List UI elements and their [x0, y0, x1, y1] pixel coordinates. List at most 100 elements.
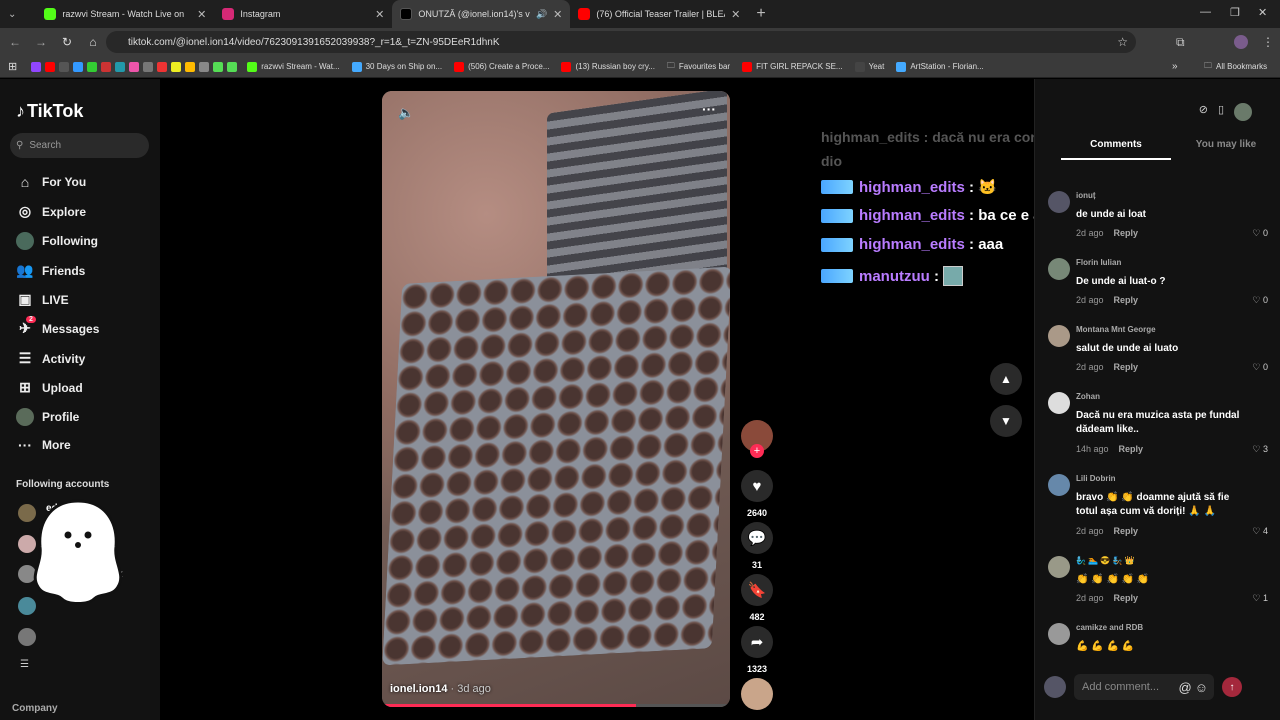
nav-profile[interactable]: Profile [16, 408, 79, 426]
tab-search-icon[interactable]: ⌄ [8, 9, 16, 20]
minimize-icon[interactable]: — [1200, 6, 1211, 18]
following-accounts-title: Following accounts [16, 479, 110, 490]
avatar[interactable] [1048, 556, 1070, 578]
share-count: 1323 [746, 664, 768, 674]
nav-more[interactable]: ··· More [16, 437, 71, 453]
reply-button[interactable]: Reply [1114, 228, 1139, 238]
reply-button[interactable]: Reply [1114, 593, 1139, 603]
chat-message: highman_edits : aaa [821, 236, 1003, 253]
avatar[interactable] [1048, 474, 1070, 496]
bookmark-item[interactable]: (13) Russian boy cry... [561, 61, 655, 72]
emoji-icon[interactable]: ☺ [1195, 680, 1208, 695]
browser-tab-youtube[interactable]: (76) Official Teaser Trailer | BLEA ✕ [570, 0, 748, 28]
all-bookmarks[interactable]: 🗀 All Bookmarks [1204, 60, 1267, 74]
search-input[interactable]: ⚲ Search [10, 133, 149, 158]
tiktok-logo[interactable]: ♪ TikTok [16, 101, 83, 122]
nav-following[interactable]: Following [16, 232, 98, 250]
nav-friends[interactable]: 👥 Friends [16, 262, 85, 279]
video-player[interactable]: 🔈 ··· ionel.ion14 · 3d ago [382, 91, 730, 707]
avatar[interactable] [1234, 103, 1252, 121]
close-icon[interactable]: ✕ [375, 8, 384, 21]
volume-icon[interactable]: 🔈 [398, 105, 414, 121]
window-close-icon[interactable]: ✕ [1258, 6, 1267, 19]
nav-messages[interactable]: ✈ 2 Messages [16, 316, 99, 337]
reply-button[interactable]: Reply [1114, 362, 1139, 372]
bookmark-folder[interactable]: 🗀 Favourites bar [667, 60, 730, 74]
bookmark-item[interactable]: ArtStation - Florian... [896, 61, 984, 72]
more-options-icon[interactable]: ··· [702, 101, 716, 117]
more-icon: ··· [18, 437, 32, 453]
reload-icon[interactable]: ↻ [56, 35, 78, 49]
close-icon[interactable]: ✕ [197, 8, 206, 21]
comment-like-button[interactable]: ♡ 4 [1252, 526, 1268, 537]
tiktok-note-icon: ♪ [16, 101, 25, 121]
nav-explore[interactable]: ◎ Explore [16, 203, 86, 220]
speaker-icon[interactable]: 🔊 [536, 9, 547, 20]
live-icon: ▣ [18, 291, 32, 307]
reply-button[interactable]: Reply [1114, 295, 1139, 305]
bookmark-item[interactable]: 30 Days on Ship on... [351, 61, 442, 72]
list-icon[interactable]: ☰ [20, 659, 29, 670]
profile-avatar[interactable] [1234, 35, 1248, 49]
heart-icon: ♥ [741, 470, 773, 502]
bookmarks-overflow-icon[interactable]: » [1172, 61, 1178, 72]
nav-live[interactable]: ▣ LIVE [16, 291, 68, 308]
home-icon[interactable]: ⌂ [82, 35, 104, 49]
bookmark-item[interactable]: (506) Create a Proce... [454, 61, 549, 72]
avatar[interactable] [18, 628, 36, 646]
profile-icon [16, 408, 34, 426]
bookmark-item[interactable]: FIT GIRL REPACK SE... [742, 61, 843, 72]
comment-like-button[interactable]: ♡ 0 [1252, 362, 1268, 373]
avatar[interactable] [1048, 191, 1070, 213]
save-button[interactable]: 🔖 482 [740, 574, 774, 622]
nav-upload[interactable]: ⊞ Upload [16, 379, 83, 396]
reply-button[interactable]: Reply [1114, 526, 1139, 536]
comment-input[interactable]: Add comment... @ ☺ [1074, 674, 1214, 700]
close-icon[interactable]: ✕ [553, 8, 562, 21]
comment-like-button[interactable]: ♡ 3 [1252, 444, 1268, 455]
device-icon[interactable]: ▯ [1218, 103, 1224, 121]
video-progress-bar[interactable] [382, 704, 730, 707]
browser-tab-instagram[interactable]: Instagram ✕ [214, 0, 392, 28]
settings-icon[interactable]: ⊘ [1199, 103, 1208, 121]
browser-tab-kick[interactable]: razwvi Stream - Watch Live on ✕ [36, 0, 214, 28]
avatar[interactable] [1048, 325, 1070, 347]
bookmark-item[interactable]: razwvi Stream - Wat... [247, 61, 340, 72]
apps-icon[interactable]: ⊞ [8, 60, 17, 73]
avatar[interactable] [1048, 623, 1070, 645]
bookmark-item[interactable]: Yeat [854, 61, 884, 72]
avatar[interactable] [1048, 392, 1070, 414]
extensions-icon[interactable]: ⧉ [1176, 35, 1185, 50]
reply-button[interactable]: Reply [1119, 444, 1144, 454]
mention-icon[interactable]: @ [1178, 680, 1191, 695]
close-icon[interactable]: ✕ [731, 8, 740, 21]
next-video-button[interactable]: ▼ [990, 405, 1022, 437]
previous-video-button[interactable]: ▲ [990, 363, 1022, 395]
post-comment-button[interactable]: ↑ [1222, 677, 1242, 697]
follow-plus-icon[interactable]: + [750, 444, 764, 458]
nav-for-you[interactable]: ⌂ For You [16, 174, 86, 190]
bookmark-star-icon[interactable]: ☆ [1117, 35, 1128, 49]
address-bar[interactable]: tiktok.com/@ionel.ion14/video/7623091391… [106, 31, 1136, 53]
avatar[interactable] [1048, 258, 1070, 280]
music-disc[interactable] [740, 678, 774, 710]
back-icon[interactable]: ← [4, 35, 26, 49]
company-link[interactable]: Company [12, 703, 58, 714]
creator-avatar[interactable]: + [740, 420, 774, 458]
nav-activity[interactable]: ☰ Activity [16, 350, 86, 367]
new-tab-button[interactable]: + [756, 5, 765, 23]
forward-icon[interactable]: → [30, 35, 52, 49]
maximize-icon[interactable]: ❐ [1230, 6, 1240, 19]
comment-button[interactable]: 💬 31 [740, 522, 774, 570]
tab-you-may-like[interactable]: You may like [1171, 139, 1280, 160]
chat-badge-icon [821, 237, 853, 252]
comment-like-button[interactable]: ♡ 1 [1252, 593, 1268, 604]
tab-comments[interactable]: Comments [1061, 139, 1171, 160]
comment-like-button[interactable]: ♡ 0 [1252, 295, 1268, 306]
menu-icon[interactable]: ⋮ [1262, 35, 1274, 49]
share-button[interactable]: ➦ 1323 [740, 626, 774, 674]
comment-like-button[interactable]: ♡ 0 [1252, 228, 1268, 239]
like-button[interactable]: ♥ 2640 [740, 470, 774, 518]
video-author[interactable]: ionel.ion14 · 3d ago [390, 683, 491, 695]
browser-tab-tiktok[interactable]: ONUTZĂ (@ionel.ion14)'s v 🔊 ✕ [392, 0, 571, 28]
